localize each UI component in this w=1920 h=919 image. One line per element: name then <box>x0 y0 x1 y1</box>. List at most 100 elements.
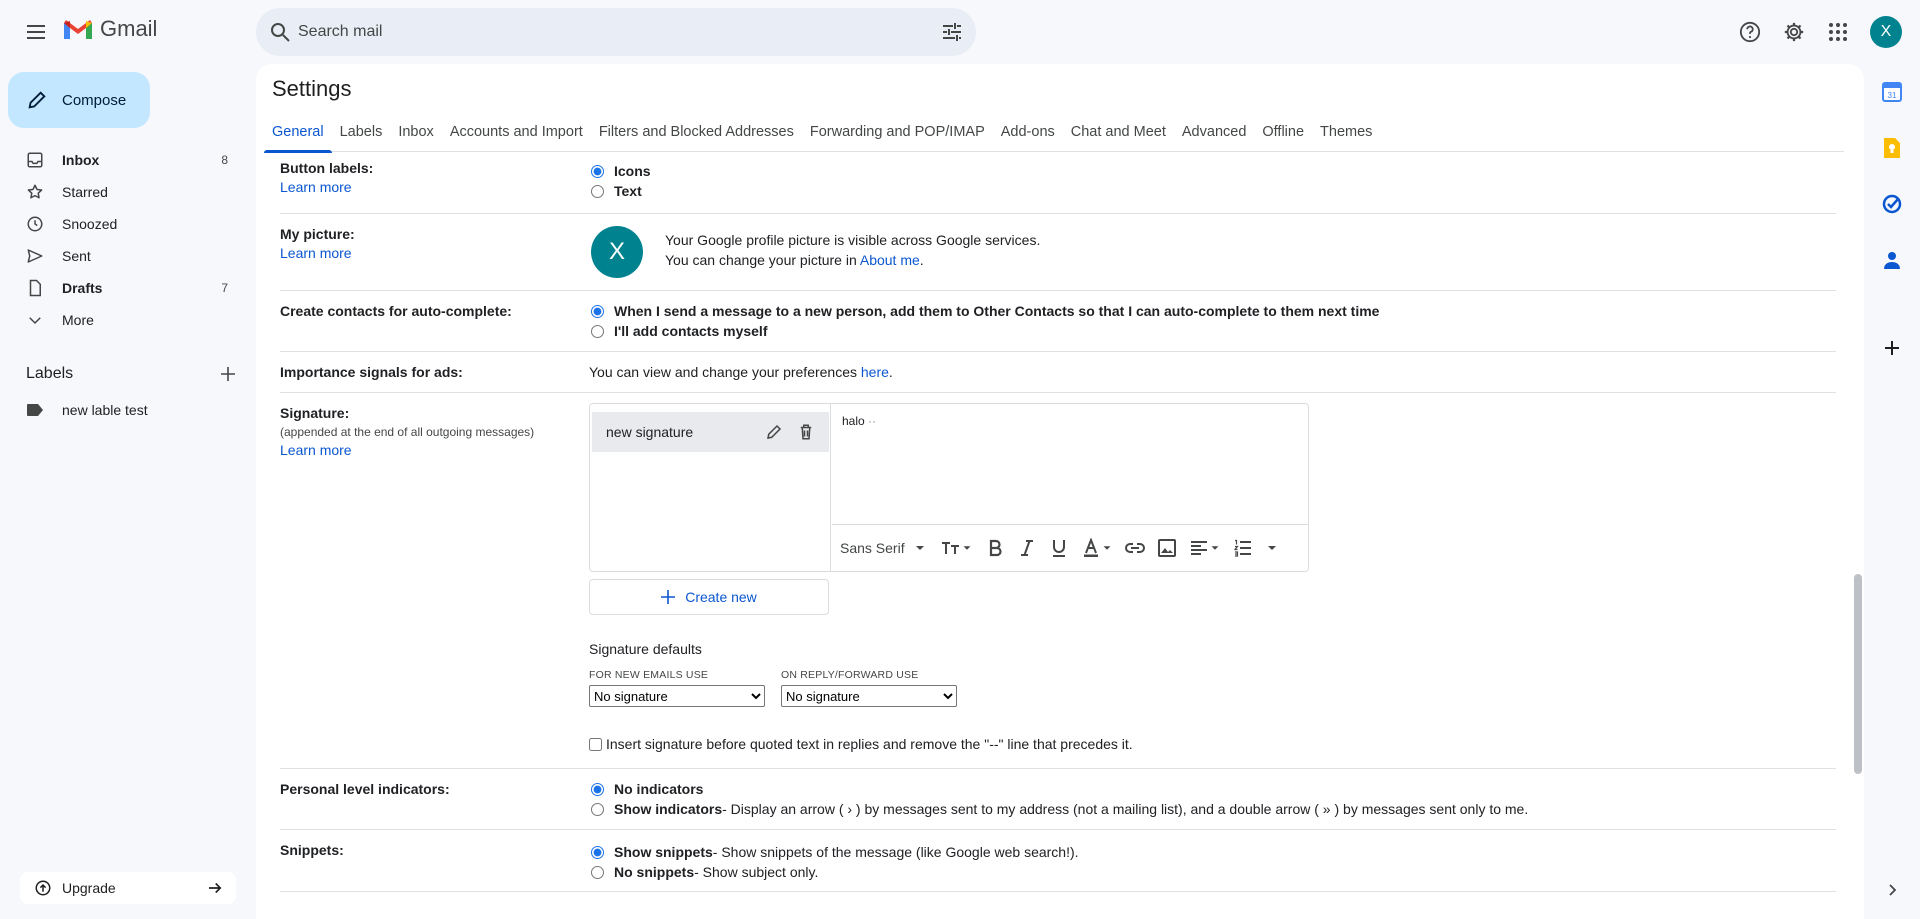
create-new-signature-button[interactable]: Create new <box>589 579 829 615</box>
radio-input[interactable] <box>591 324 604 338</box>
new-emails-signature-select[interactable]: No signature <box>589 685 765 707</box>
bold-button[interactable] <box>985 538 1005 558</box>
radio-input[interactable] <box>591 782 604 796</box>
sidebar-item-inbox[interactable]: Inbox 8 <box>0 144 256 176</box>
tab-forwarding-and-pop-imap[interactable]: Forwarding and POP/IMAP <box>802 112 993 152</box>
radio-input[interactable] <box>591 845 604 859</box>
show-side-panel-button[interactable] <box>1880 878 1904 902</box>
gmail-logo[interactable]: Gmail <box>62 16 157 42</box>
keep-icon <box>1884 138 1900 158</box>
radio-input[interactable] <box>591 164 604 178</box>
sidebar-item-more[interactable]: More <box>0 304 256 336</box>
radio-show-indicators[interactable]: Show indicators - Display an arrow ( › )… <box>589 799 1528 819</box>
image-icon <box>1157 538 1176 557</box>
google-apps-button[interactable] <box>1818 12 1858 52</box>
radio-no-indicators[interactable]: No indicators <box>589 779 1528 799</box>
upgrade-button[interactable]: Upgrade <box>20 872 236 904</box>
picture-info-line1: Your Google profile picture is visible a… <box>665 232 1041 248</box>
contacts-app-button[interactable] <box>1880 248 1904 272</box>
dropdown-arrow-icon <box>1211 545 1219 550</box>
label-item[interactable]: new lable test <box>26 402 148 418</box>
search-input[interactable] <box>298 20 878 44</box>
support-button[interactable] <box>1730 12 1770 52</box>
align-button[interactable] <box>1189 538 1221 558</box>
svg-text:31: 31 <box>1888 91 1897 100</box>
underline-button[interactable] <box>1049 538 1069 558</box>
radio-input[interactable] <box>591 865 604 879</box>
radio-icons[interactable]: Icons <box>589 161 651 181</box>
chevron-right-icon <box>1889 884 1897 896</box>
sidebar-item-sent[interactable]: Sent <box>0 240 256 272</box>
signature-row: Signature: (appended at the end of all o… <box>280 393 1836 769</box>
tab-advanced[interactable]: Advanced <box>1174 112 1255 152</box>
keep-app-button[interactable] <box>1880 136 1904 160</box>
preferences-here-link[interactable]: here <box>861 364 889 380</box>
radio-label: No snippets <box>614 864 695 880</box>
compose-button[interactable]: Compose <box>8 72 150 128</box>
setting-title: Button labels: <box>280 160 374 176</box>
tab-themes[interactable]: Themes <box>1312 112 1380 152</box>
setting-title: My picture: <box>280 226 355 242</box>
create-contacts-row: Create contacts for auto-complete: When … <box>280 291 1836 352</box>
learn-more-link[interactable]: Learn more <box>280 442 580 458</box>
main-menu-button[interactable] <box>16 12 56 52</box>
tab-labels[interactable]: Labels <box>332 112 391 152</box>
radio-text[interactable]: Text <box>589 181 651 201</box>
insert-before-quoted-checkbox[interactable]: Insert signature before quoted text in r… <box>589 736 1133 752</box>
tab-offline[interactable]: Offline <box>1254 112 1312 152</box>
font-size-button[interactable] <box>941 539 973 557</box>
tab-filters-and-blocked-addresses[interactable]: Filters and Blocked Addresses <box>591 112 802 152</box>
vertical-scrollbar[interactable] <box>1854 574 1862 774</box>
tab-chat-and-meet[interactable]: Chat and Meet <box>1063 112 1174 152</box>
search-icon[interactable] <box>268 20 292 44</box>
reply-forward-caption: ON REPLY/FORWARD USE <box>781 669 919 681</box>
unread-count: 8 <box>221 153 228 167</box>
tab-general[interactable]: General <box>264 112 332 153</box>
sidebar-item-snoozed[interactable]: Snoozed <box>0 208 256 240</box>
signature-list-item[interactable]: new signature <box>592 412 829 452</box>
radio-input[interactable] <box>591 184 604 198</box>
dropdown-arrow-icon <box>915 545 924 550</box>
search-bar[interactable] <box>256 8 976 56</box>
radio-input[interactable] <box>591 304 604 318</box>
profile-picture[interactable]: X <box>591 226 643 278</box>
reply-forward-signature-select[interactable]: No signature <box>781 685 957 707</box>
numbered-list-icon <box>1233 539 1251 557</box>
insert-image-button[interactable] <box>1157 538 1177 558</box>
get-addons-button[interactable] <box>1880 336 1904 360</box>
learn-more-link[interactable]: Learn more <box>280 245 580 261</box>
signature-body-editor[interactable]: halo ·· <box>842 414 876 428</box>
sidebar-item-starred[interactable]: Starred <box>0 176 256 208</box>
radio-add-contacts-myself[interactable]: I'll add contacts myself <box>589 321 1379 341</box>
account-avatar[interactable]: X <box>1870 16 1902 48</box>
learn-more-link[interactable]: Learn more <box>280 179 580 195</box>
more-formatting-button[interactable] <box>1265 541 1279 555</box>
radio-show-snippets[interactable]: Show snippets - Show snippets of the mes… <box>589 842 1079 862</box>
radio-auto-add-contacts[interactable]: When I send a message to a new person, a… <box>589 301 1379 321</box>
add-label-icon[interactable] <box>220 366 236 382</box>
tab-inbox[interactable]: Inbox <box>390 112 441 152</box>
upgrade-icon <box>35 880 51 896</box>
tab-accounts-and-import[interactable]: Accounts and Import <box>442 112 591 152</box>
importance-text: You can view and change your preferences <box>589 364 861 380</box>
snippets-row: Snippets: Show snippets - Show snippets … <box>280 830 1836 892</box>
text-color-button[interactable] <box>1081 537 1113 558</box>
radio-no-snippets[interactable]: No snippets - Show subject only. <box>589 862 1079 882</box>
radio-input[interactable] <box>591 802 604 816</box>
tab-add-ons[interactable]: Add-ons <box>993 112 1063 152</box>
numbered-list-button[interactable] <box>1233 538 1253 558</box>
italic-button[interactable] <box>1017 538 1037 558</box>
settings-button[interactable] <box>1774 12 1814 52</box>
link-icon <box>1124 542 1145 553</box>
checkbox-input[interactable] <box>589 737 602 751</box>
calendar-app-button[interactable]: 31 <box>1880 80 1904 104</box>
insert-link-button[interactable] <box>1124 538 1145 558</box>
search-options-icon[interactable] <box>940 20 964 44</box>
delete-icon[interactable] <box>797 423 815 441</box>
sidebar-item-drafts[interactable]: Drafts 7 <box>0 272 256 304</box>
about-me-link[interactable]: About me <box>860 252 920 268</box>
edit-icon[interactable] <box>765 423 783 441</box>
draft-icon <box>29 279 41 297</box>
tasks-app-button[interactable] <box>1880 192 1904 216</box>
font-family-select[interactable]: Sans Serif <box>840 540 927 556</box>
